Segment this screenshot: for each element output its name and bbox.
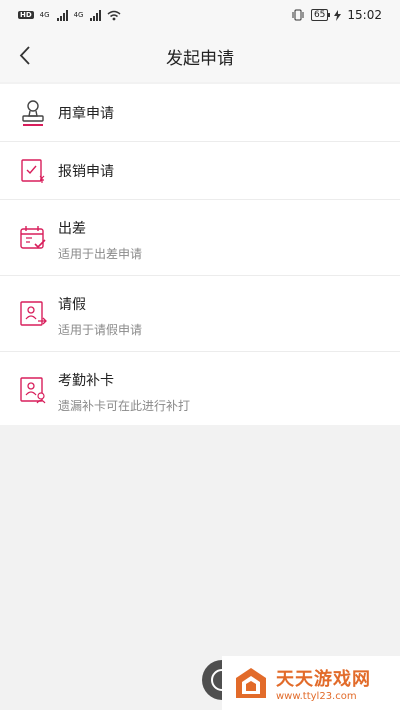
watermark-text: 天天游戏网 www.ttyl23.com	[276, 665, 371, 702]
page-title: 发起申请	[166, 49, 234, 69]
attendance-icon	[20, 376, 46, 403]
status-left: HD 4G 4G	[18, 9, 121, 21]
item-title: 出差	[58, 221, 86, 237]
watermark-name: 天天游戏网	[276, 668, 371, 690]
wifi-icon	[107, 10, 121, 20]
network-type-2: 4G	[73, 11, 84, 19]
charging-icon	[334, 9, 342, 21]
watermark-url: www.ttyl23.com	[276, 690, 357, 702]
item-title: 请假	[58, 297, 86, 313]
list-item-business-trip[interactable]: 出差 适用于出差申请	[0, 200, 400, 276]
stamp-icon	[22, 99, 44, 126]
list-item-leave[interactable]: 请假 适用于请假申请	[0, 276, 400, 352]
list-item-attendance[interactable]: 考勤补卡 遗漏补卡可在此进行补打	[0, 352, 400, 427]
battery-indicator: 65	[310, 9, 331, 21]
signal-icon	[56, 9, 68, 21]
clock: 15:02	[347, 8, 382, 22]
list-item-reimburse[interactable]: 报销申请	[0, 142, 400, 200]
application-list: 用章申请 报销申请 出差 适用于出差申请 请假 适用于请假申请 考勤补卡 遗漏补…	[0, 84, 400, 427]
status-right: 65 15:02	[291, 8, 382, 22]
leave-icon	[20, 300, 47, 326]
vibrate-icon	[292, 9, 304, 21]
item-subtitle: 适用于请假申请	[58, 323, 143, 337]
reimburse-icon	[21, 158, 45, 183]
item-title: 用章申请	[58, 106, 114, 122]
calendar-icon	[20, 225, 46, 249]
item-subtitle: 遗漏补卡可在此进行补打	[58, 399, 191, 413]
list-item-seal[interactable]: 用章申请	[0, 84, 400, 142]
watermark: 天天游戏网 www.ttyl23.com	[222, 656, 400, 710]
item-title: 考勤补卡	[58, 373, 114, 389]
hd-badge: HD	[18, 11, 34, 19]
item-title: 报销申请	[58, 164, 114, 180]
item-subtitle: 适用于出差申请	[58, 247, 143, 261]
signal-icon	[90, 9, 102, 21]
watermark-logo-icon	[236, 668, 266, 698]
status-bar: HD 4G 4G 65 15:02	[0, 0, 400, 30]
network-type-1: 4G	[39, 11, 50, 19]
nav-bar: 发起申请	[0, 30, 400, 82]
